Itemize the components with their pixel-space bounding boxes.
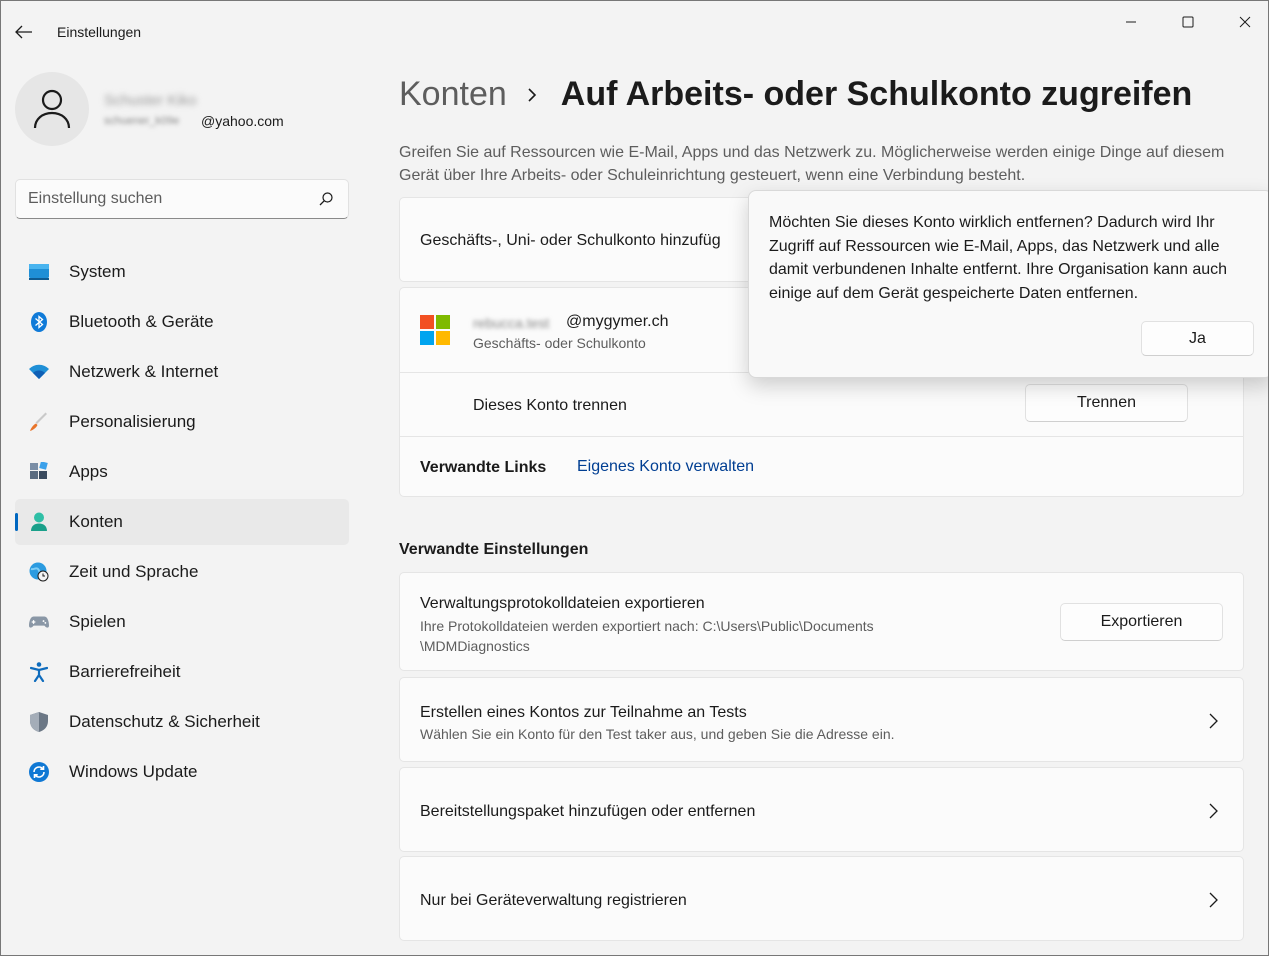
time-language-icon [29,562,49,582]
sidebar-item-label: Personalisierung [69,412,196,431]
sidebar-item-label: Netzwerk & Internet [69,362,219,381]
export-subtitle: Ihre Protokolldateien werden exportiert … [420,618,874,634]
profile-email-redacted: schuener_k09e [104,115,180,127]
sidebar-item-label: Bluetooth & Geräte [69,312,214,331]
close-button[interactable] [1222,9,1268,35]
maximize-button[interactable] [1165,9,1211,35]
sidebar-item-label: Konten [69,512,123,531]
sidebar-item-label: Datenschutz & Sicherheit [69,712,260,731]
breadcrumb: Konten Auf Arbeits- oder Schulkonto zugr… [399,75,1192,114]
disconnect-button[interactable]: Trennen [1025,384,1188,422]
accessibility-icon [29,662,49,682]
sidebar-item-label: Barrierefreiheit [69,662,181,681]
search-input[interactable] [16,180,306,218]
flyout-message: Möchten Sie dieses Konto wirklich entfer… [769,214,1228,302]
avatar [15,72,89,146]
sidebar-item-label: Zeit und Sprache [69,562,199,581]
chevron-right-icon [1209,713,1218,729]
system-icon [29,262,49,282]
sidebar-item-label: Windows Update [69,762,198,781]
manage-account-link[interactable]: Eigenes Konto verwalten [577,458,754,476]
confirm-remove-button[interactable]: Ja [1141,321,1254,356]
chevron-right-icon [527,87,541,102]
sidebar-item-label: Apps [69,462,108,481]
breadcrumb-parent[interactable]: Konten [399,75,507,114]
profile-email: @yahoo.com [201,113,284,129]
arrow-left-icon [15,25,32,39]
sidebar-item-time-language[interactable]: Zeit und Sprache [15,549,349,595]
export-title: Verwaltungsprotokolldateien exportieren [420,595,705,612]
chevron-right-icon [1209,892,1218,908]
export-button[interactable]: Exportieren [1060,603,1223,641]
test-account-title: Erstellen eines Kontos zur Teilnahme an … [420,704,747,721]
page-title: Auf Arbeits- oder Schulkonto zugreifen [560,75,1193,113]
shield-icon [29,712,49,732]
profile-name: Schuster Kiko [104,92,197,109]
close-icon [1239,16,1251,28]
bluetooth-icon [29,312,49,332]
provisioning-title: Bereitstellungspaket hinzufügen oder ent… [420,803,756,820]
sidebar-item-apps[interactable]: Apps [15,449,349,495]
section-title: Verwandte Einstellungen [399,541,589,558]
gamepad-icon [29,612,49,632]
sidebar-item-label: System [69,262,126,281]
sidebar-item-network[interactable]: Netzwerk & Internet [15,349,349,395]
title-bar: Einstellungen [1,1,1268,41]
related-links-label: Verwandte Links [420,459,547,476]
sidebar-item-system[interactable]: System [15,249,349,295]
device-management-card[interactable]: Nur bei Geräteverwaltung registrieren [399,856,1244,941]
brush-icon [29,412,49,432]
export-logs-card: Verwaltungsprotokolldateien exportieren … [399,572,1244,671]
apps-icon [29,462,49,482]
sidebar-item-accessibility[interactable]: Barrierefreiheit [15,649,349,695]
minimize-icon [1126,21,1136,23]
wifi-icon [29,362,49,382]
account-email-redacted: rebucca.test [473,315,550,331]
person-icon [33,89,71,129]
settings-window: Einstellungen Schuster Kiko schuener_k09… [0,0,1269,956]
back-button[interactable] [13,21,35,43]
account-type: Geschäfts- oder Schulkonto [473,335,646,351]
microsoft-logo-icon [420,315,450,345]
test-account-subtitle: Wählen Sie ein Konto für den Test taker … [420,726,895,742]
sidebar-nav: System Bluetooth & Geräte Netzwerk & Int… [15,249,349,799]
test-account-card[interactable]: Erstellen eines Kontos zur Teilnahme an … [399,677,1244,762]
sidebar-item-accounts[interactable]: Konten [15,499,349,545]
search-icon[interactable] [318,191,334,207]
device-management-title: Nur bei Geräteverwaltung registrieren [420,892,687,909]
maximize-icon [1182,16,1194,28]
remove-account-flyout: Möchten Sie dieses Konto wirklich entfer… [748,190,1268,378]
export-subtitle-path: \MDMDiagnostics [420,638,530,654]
sidebar-item-personalization[interactable]: Personalisierung [15,399,349,445]
update-icon [29,762,49,782]
sidebar-item-privacy[interactable]: Datenschutz & Sicherheit [15,699,349,745]
minimize-button[interactable] [1108,9,1154,35]
sidebar-item-windows-update[interactable]: Windows Update [15,749,349,795]
sidebar-item-gaming[interactable]: Spielen [15,599,349,645]
sidebar-item-bluetooth[interactable]: Bluetooth & Geräte [15,299,349,345]
app-title: Einstellungen [57,24,142,40]
search-box[interactable] [15,179,349,219]
sidebar-item-label: Spielen [69,612,126,631]
divider [400,436,1243,437]
add-account-label: Geschäfts-, Uni- oder Schulkonto hinzufü… [420,232,721,249]
page-description: Greifen Sie auf Ressourcen wie E-Mail, A… [399,144,1225,184]
chevron-right-icon [1209,803,1218,819]
account-email: @mygymer.ch [566,313,669,330]
disconnect-label: Dieses Konto trennen [473,397,627,414]
account-icon [29,512,49,532]
provisioning-package-card[interactable]: Bereitstellungspaket hinzufügen oder ent… [399,767,1244,852]
